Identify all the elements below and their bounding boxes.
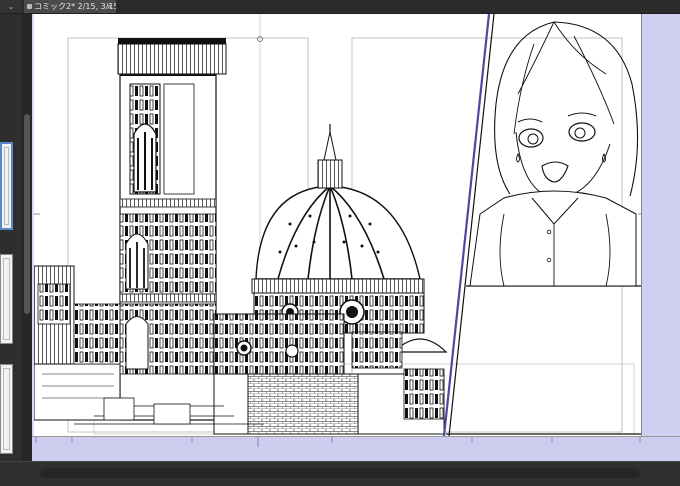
document-icon xyxy=(27,4,32,9)
left-buildings-illustration xyxy=(33,265,121,421)
page-thumbnail-2[interactable] xyxy=(0,254,13,344)
document-tab-title: コミック2* 2/15, 3/15 xyxy=(34,2,116,11)
bottom-ruler-ticks xyxy=(35,437,641,447)
tab-list-dropdown[interactable]: ⌄ xyxy=(0,0,22,13)
document-tab-bar: ⌄ コミック2* 2/15, 3/15 × xyxy=(0,0,680,14)
canvas-scroll-area xyxy=(0,461,680,486)
canvas-area[interactable] xyxy=(32,13,680,462)
page-artwork xyxy=(33,13,644,437)
manga-page[interactable] xyxy=(33,13,644,437)
page-thumbnail-panel xyxy=(0,14,22,485)
character-panel-illustration xyxy=(442,13,643,437)
horizontal-scrollbar[interactable] xyxy=(40,468,640,478)
page-thumbnail-3[interactable] xyxy=(0,364,13,454)
pasteboard-right xyxy=(641,14,680,436)
page-thumbnail-1[interactable] xyxy=(0,142,13,230)
document-tab[interactable]: コミック2* 2/15, 3/15 × xyxy=(24,0,116,13)
cathedral-dome-illustration xyxy=(251,124,425,334)
bell-tower-illustration xyxy=(117,38,227,421)
chevron-down-icon: ⌄ xyxy=(7,2,15,11)
close-tab-icon[interactable]: × xyxy=(106,0,113,13)
thumbnail-scroll-thumb[interactable] xyxy=(24,114,30,314)
thumbnail-scrollbar[interactable] xyxy=(22,14,32,485)
pasteboard-bottom xyxy=(32,436,680,462)
